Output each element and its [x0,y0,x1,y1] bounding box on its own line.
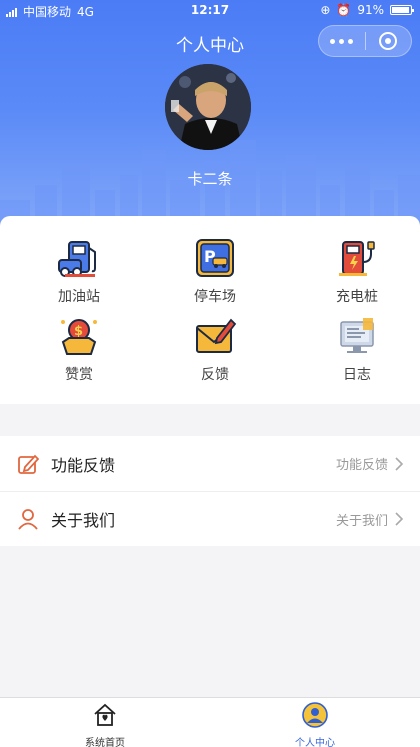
grid-item-feedback[interactable]: 反馈 [160,316,270,396]
grid-item-gas-station[interactable]: 加油站 [24,238,134,318]
grid-item-log[interactable]: 日志 [302,316,412,396]
grid-label: 停车场 [194,289,236,305]
battery-icon [390,5,414,15]
settings-list: 功能反馈 功能反馈 关于我们 关于我们 [0,436,420,546]
username: 卡二条 [187,170,233,188]
tab-profile[interactable]: 个人中心 [210,698,420,747]
dot-icon [330,38,336,44]
grid-item-charging-pile[interactable]: 充电桩 [302,238,412,318]
log-icon [340,318,374,353]
status-bar: 中国移动 4G 12:17 ⊕ ⏰ 91% [0,0,420,22]
tab-home[interactable]: 系统首页 [0,698,210,747]
parking-icon: P [196,239,234,277]
chevron-right-icon [395,456,404,471]
list-item-subtitle: 关于我们 [335,513,388,529]
grid-label: 赞赏 [65,367,93,383]
navbar: 个人中心 [0,25,420,59]
lock-rotation-icon: ⊕ [320,3,331,17]
alarm-icon: ⏰ [336,3,352,17]
list-item-subtitle: 功能反馈 [335,458,388,473]
avatar[interactable] [165,64,251,150]
list-item-function-feedback[interactable]: 功能反馈 功能反馈 [0,436,420,491]
profile-icon [302,702,328,728]
grid-label: 日志 [343,367,371,383]
feedback-envelope-icon [196,318,237,353]
charging-pile-icon [339,241,375,276]
avatar-image [165,64,251,150]
dot-icon [348,38,354,44]
battery-percent: 91% [357,3,384,17]
home-icon [94,703,116,726]
more-menu-button[interactable] [319,38,365,44]
miniprogram-capsule [318,25,412,57]
chevron-right-icon [395,512,404,526]
gas-station-icon [58,241,96,277]
target-icon [379,32,398,50]
list-item-title: 功能反馈 [51,455,116,475]
grid-item-reward[interactable]: $ 赞赏 [24,316,134,396]
tab-bar: 系统首页 个人中心 [0,697,420,747]
edit-icon [18,454,39,474]
user-icon [18,509,38,530]
grid-label: 充电桩 [336,289,378,305]
service-grid: 加油站 P 停车场 充电桩 $ 赞赏 反馈 日志 [0,216,420,404]
grid-label: 加油站 [58,289,100,305]
list-item-title: 关于我们 [51,511,116,530]
tab-label: 系统首页 [85,738,125,747]
svg-text:$: $ [74,324,83,339]
close-miniprogram-button[interactable] [365,32,411,50]
tab-label: 个人中心 [295,738,335,747]
dot-icon [339,38,345,44]
grid-label: 反馈 [201,367,229,383]
list-item-about-us[interactable]: 关于我们 关于我们 [0,491,420,546]
reward-icon: $ [61,319,97,355]
grid-item-parking[interactable]: P 停车场 [160,238,270,318]
